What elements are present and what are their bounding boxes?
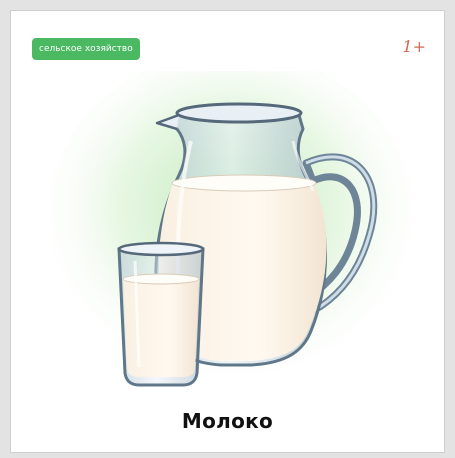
viewer-background: сельское хозяйство 1+ Молоко bbox=[0, 0, 455, 458]
flashcard[interactable]: сельское хозяйство 1+ Молоко bbox=[10, 10, 445, 453]
glass-rim bbox=[117, 241, 205, 257]
category-badge: сельское хозяйство bbox=[32, 38, 140, 60]
glass-milk bbox=[123, 279, 199, 377]
card-title: Молоко bbox=[181, 409, 274, 433]
jug-milk-surface bbox=[171, 174, 317, 192]
milk-jug-and-glass-icon bbox=[51, 71, 411, 391]
age-rating: 1+ bbox=[402, 37, 426, 56]
jug-rim bbox=[175, 102, 303, 124]
